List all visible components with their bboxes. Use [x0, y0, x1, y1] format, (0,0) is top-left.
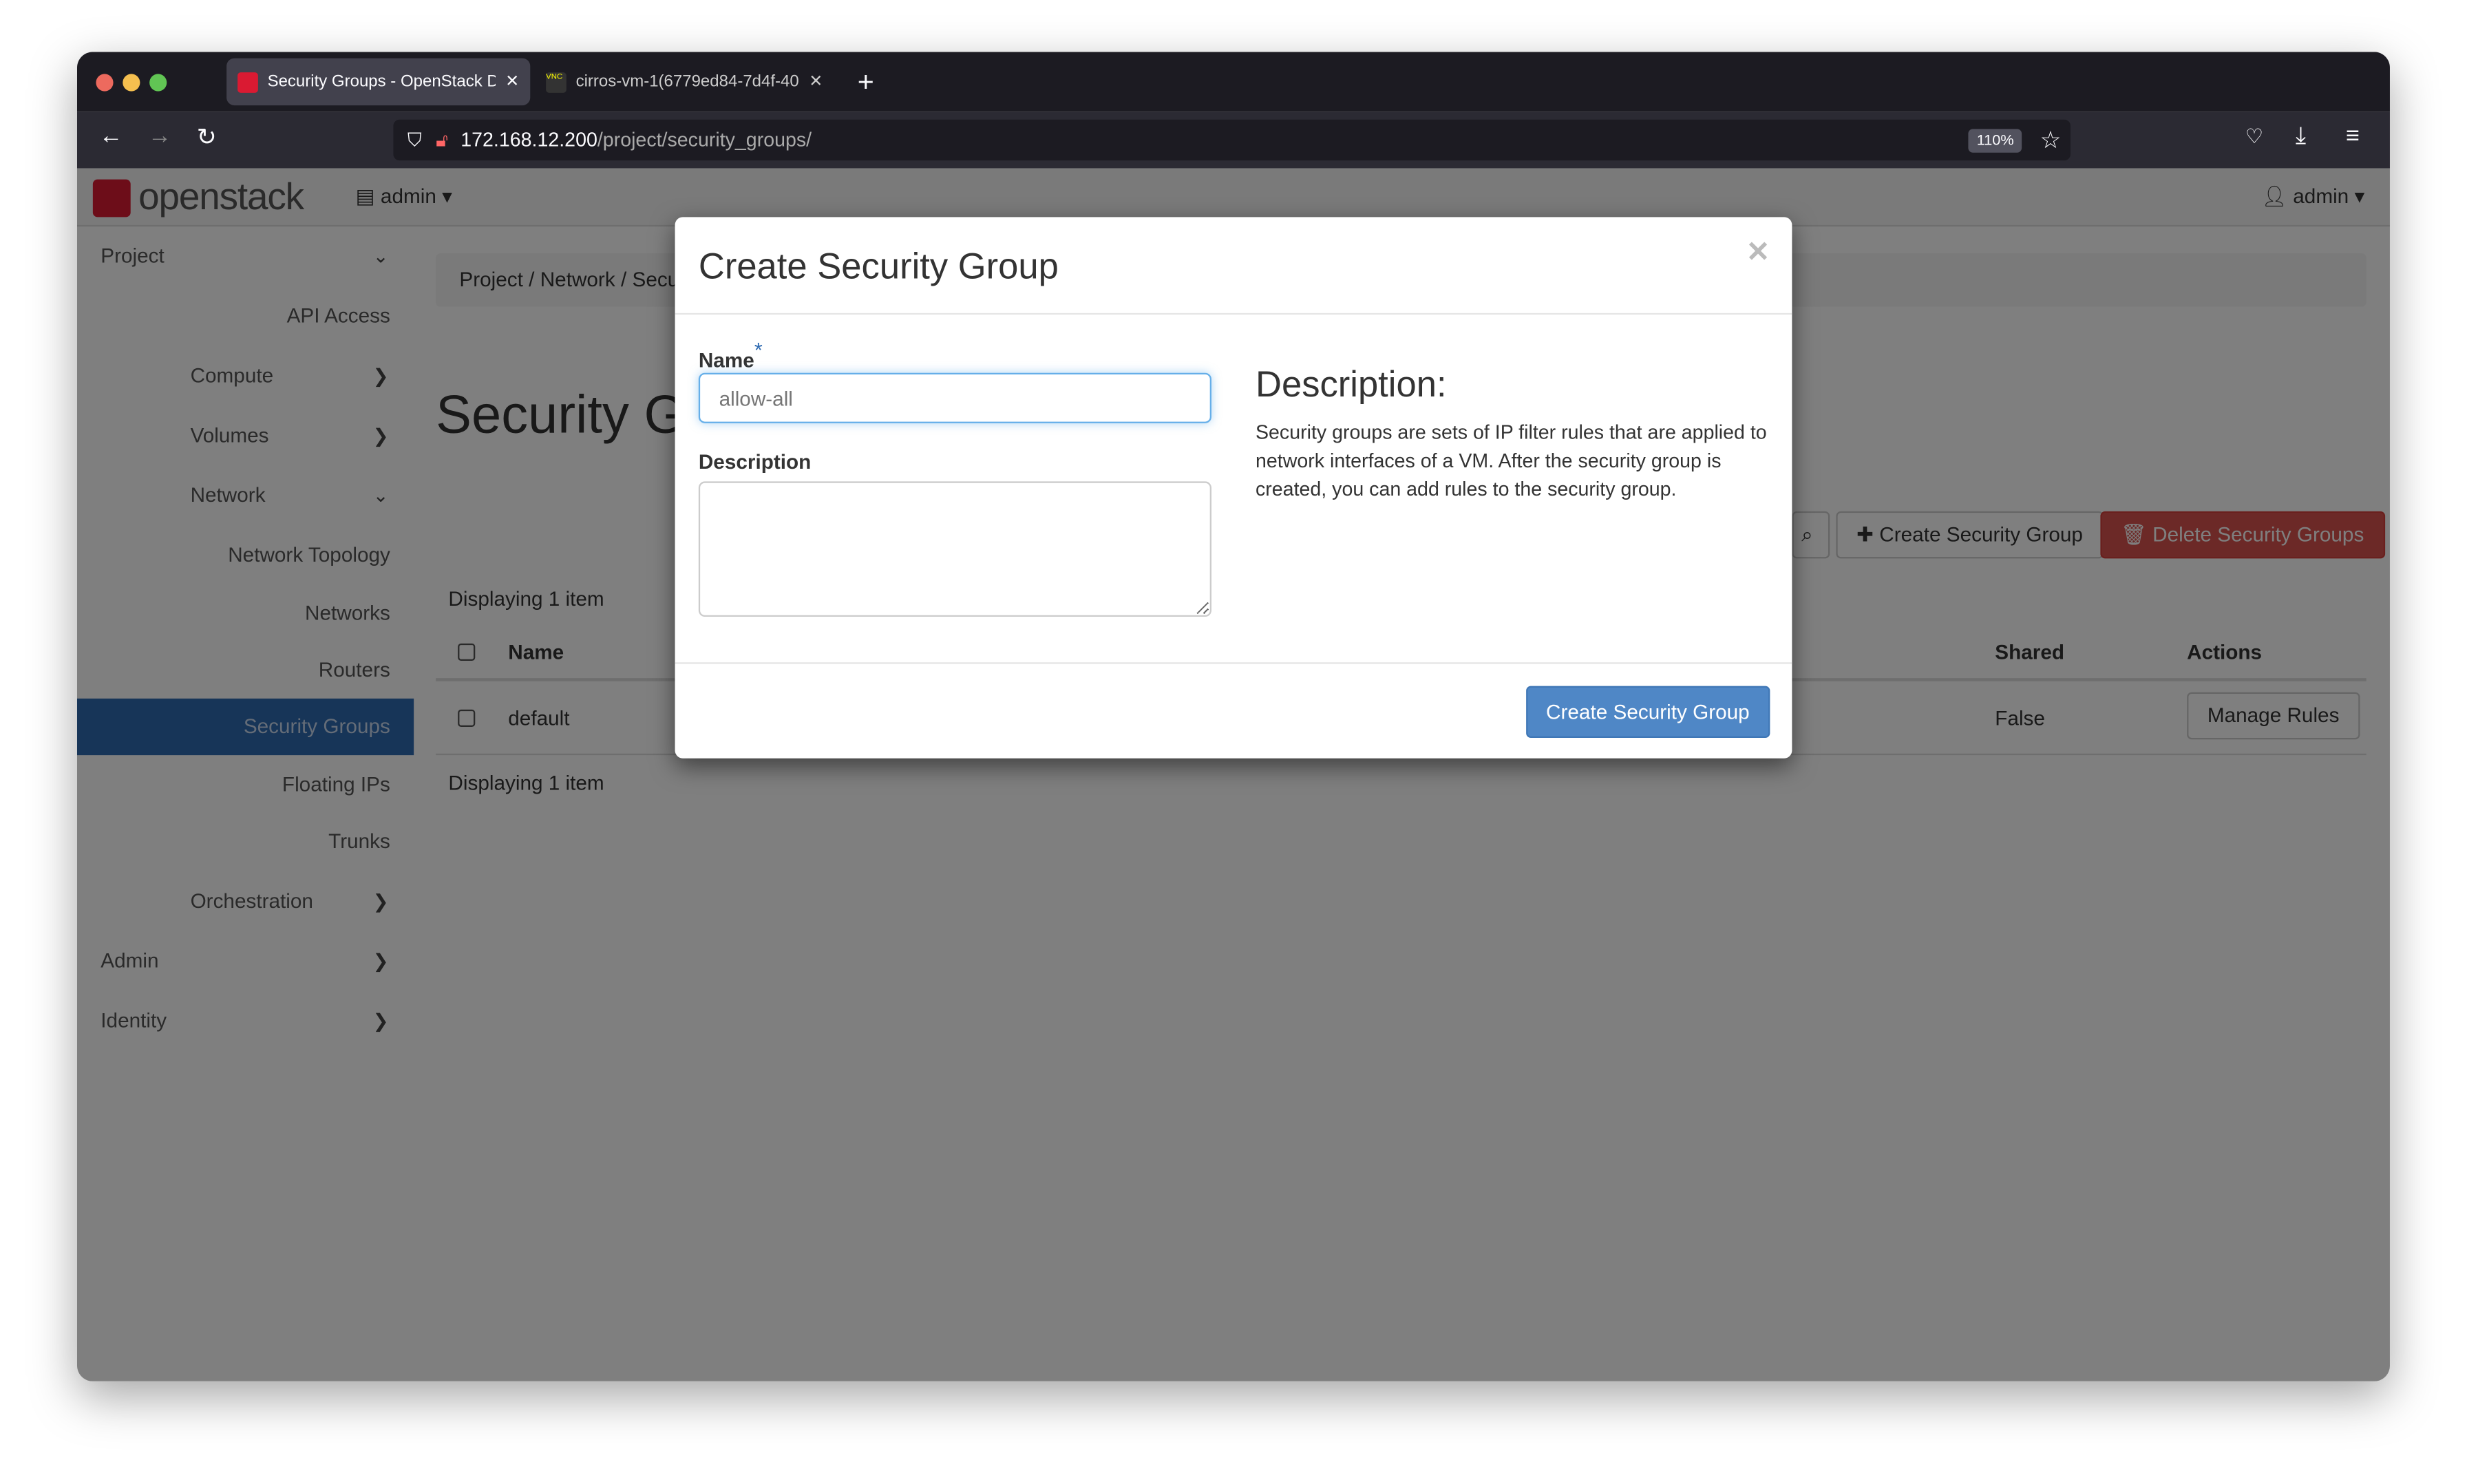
create-security-group-modal: Create Security Group ✕ Name* Descriptio… — [675, 217, 1792, 759]
nav-toolbar: ← → ↻ ⛉ 🔓︎ 172.168.12.200/project/securi… — [76, 112, 2390, 169]
tab-security-groups[interactable]: Security Groups - OpenStack Dashboard ✕ — [226, 58, 531, 106]
help-title: Description: — [1255, 363, 1447, 405]
name-label: Name — [698, 348, 754, 372]
new-tab-icon[interactable]: + — [858, 66, 874, 99]
vnc-favicon-icon: VNC — [546, 71, 567, 92]
openstack-favicon-icon — [237, 71, 258, 92]
forward-icon[interactable]: → — [148, 123, 171, 149]
maximize-window-button[interactable] — [149, 74, 167, 92]
bookmark-star-icon[interactable]: ☆ — [2040, 126, 2062, 154]
reload-icon[interactable]: ↻ — [197, 123, 217, 151]
insecure-lock-icon: 🔓︎ — [436, 128, 448, 151]
menu-icon[interactable]: ≡ — [2346, 123, 2360, 149]
tab-cirros-vm[interactable]: VNC cirros-vm-1(6779ed84-7d4f-40 ✕ — [535, 59, 834, 106]
browser-window: Security Groups - OpenStack Dashboard ✕ … — [76, 52, 2390, 1381]
close-tab-icon[interactable]: ✕ — [809, 72, 823, 91]
tab-bar: Security Groups - OpenStack Dashboard ✕ … — [76, 52, 2390, 112]
url-bar[interactable]: ⛉ 🔓︎ 172.168.12.200/project/security_gro… — [393, 119, 2071, 161]
back-icon[interactable]: ← — [99, 123, 123, 149]
zoom-level[interactable]: 110% — [1969, 128, 2022, 152]
description-textarea[interactable] — [698, 481, 1211, 617]
close-window-button[interactable] — [96, 74, 114, 92]
description-label: Description — [698, 449, 812, 474]
close-icon[interactable]: ✕ — [1746, 236, 1770, 269]
modal-title: Create Security Group — [698, 245, 1059, 286]
close-tab-icon[interactable]: ✕ — [505, 72, 519, 91]
download-icon[interactable]: ⤓ — [2296, 123, 2306, 149]
name-input[interactable] — [698, 372, 1211, 423]
minimize-window-button[interactable] — [123, 74, 140, 92]
pocket-icon[interactable]: ♡ — [2245, 125, 2264, 150]
help-text: Security groups are sets of IP filter ru… — [1255, 421, 1767, 500]
shield-icon: ⛉ — [407, 128, 422, 151]
submit-create-security-group-button[interactable]: Create Security Group — [1525, 686, 1770, 738]
